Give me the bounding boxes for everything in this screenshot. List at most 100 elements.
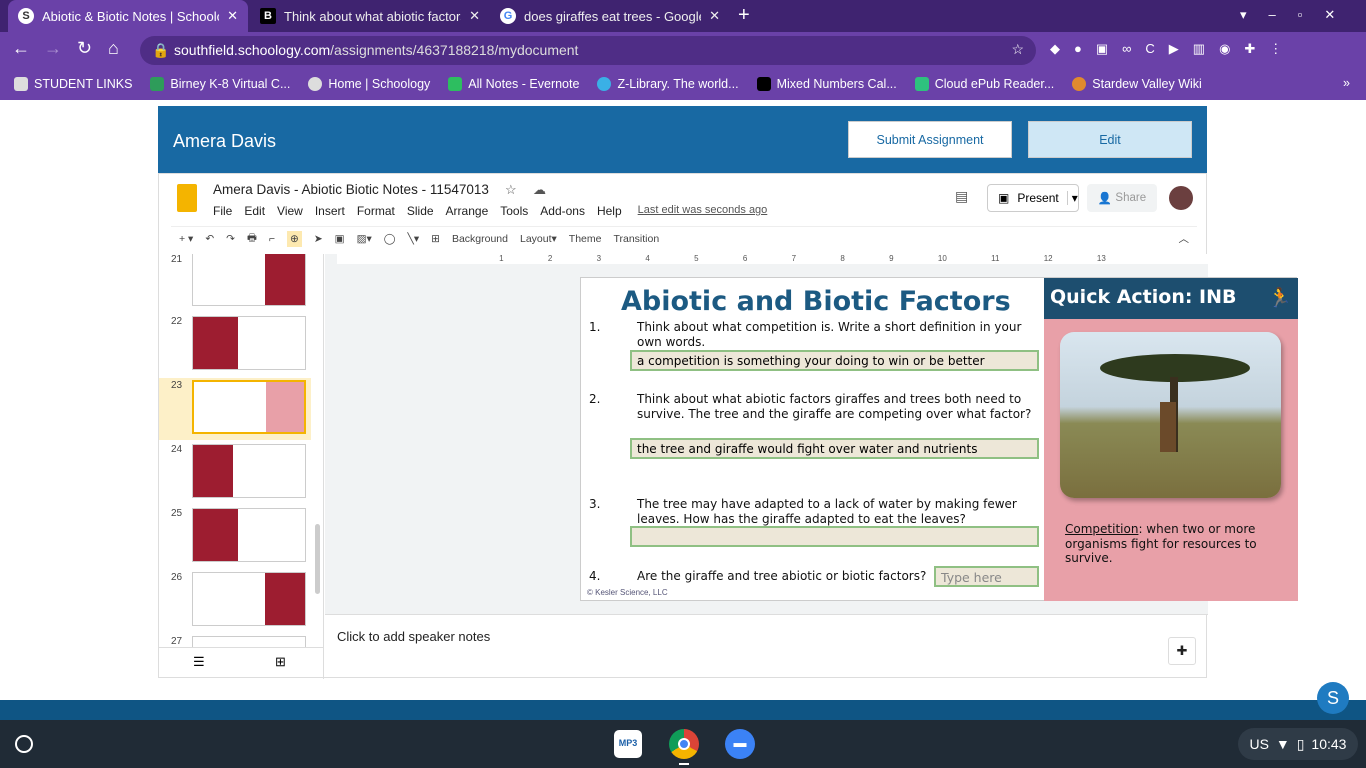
select-icon[interactable]: ➤: [314, 233, 323, 245]
star-icon[interactable]: ☆: [505, 182, 517, 198]
battery-icon: ▯: [1296, 735, 1305, 752]
bookmark[interactable]: Home | Schoology: [308, 77, 430, 91]
close-icon[interactable]: ✕: [227, 8, 238, 24]
share-button[interactable]: 👤 Share: [1087, 184, 1157, 212]
answer-box-2[interactable]: the tree and giraffe would fight over wa…: [630, 438, 1039, 459]
close-icon[interactable]: ✕: [709, 8, 720, 24]
answer-box-4[interactable]: Type here: [934, 566, 1039, 587]
close-icon[interactable]: ✕: [469, 8, 480, 24]
view-switcher: ☰ ⊞: [159, 647, 324, 679]
star-icon[interactable]: ☆: [1011, 41, 1024, 58]
bookmark[interactable]: Stardew Valley Wiki: [1072, 77, 1202, 91]
slide-thumbnail[interactable]: [192, 508, 306, 562]
paint-format-icon[interactable]: ⌐: [269, 233, 275, 245]
menu-help[interactable]: Help: [597, 204, 622, 218]
list-view-icon[interactable]: ☰: [193, 654, 205, 670]
home-icon[interactable]: ⌂: [108, 38, 119, 59]
menu-format[interactable]: Format: [357, 204, 395, 218]
menu-view[interactable]: View: [277, 204, 303, 218]
tab-brainly[interactable]: B Think about what abiotic factors ✕: [250, 0, 490, 32]
collapse-icon[interactable]: ︿: [1179, 231, 1190, 246]
last-edit-link[interactable]: Last edit was seconds ago: [638, 204, 768, 218]
status-tray[interactable]: US ▼ ▯ 10:43: [1238, 728, 1358, 760]
zoom-icon[interactable]: ⊕: [287, 230, 302, 247]
slide-thumbnail[interactable]: [192, 572, 306, 626]
bookmark[interactable]: Z-Library. The world...: [597, 77, 739, 91]
slide-thumbnail[interactable]: [192, 636, 306, 647]
grid-view-icon[interactable]: ⊞: [275, 654, 286, 670]
comment-icon[interactable]: ⊞: [431, 233, 440, 245]
transition-button[interactable]: Transition: [613, 233, 659, 245]
launcher-icon[interactable]: [15, 735, 33, 753]
menu-edit[interactable]: Edit: [244, 204, 265, 218]
chrome-icon[interactable]: [669, 729, 699, 759]
extension-icons[interactable]: ◆●▣∞C▶▥◉✚⋮: [1050, 41, 1296, 57]
question-text[interactable]: Think about what abiotic factors giraffe…: [637, 392, 1032, 421]
layout-label: Layout: [519, 232, 552, 245]
present-button[interactable]: ▣ Present ▾: [987, 184, 1079, 212]
explore-icon: ✚: [1176, 643, 1188, 658]
menu-file[interactable]: File: [213, 204, 232, 218]
submit-assignment-button[interactable]: Submit Assignment: [848, 121, 1012, 158]
question-text[interactable]: The tree may have adapted to a lack of w…: [637, 497, 1032, 526]
tab-google[interactable]: Gdoes giraffes eat trees - Google S ✕: [490, 0, 730, 32]
new-tab-button[interactable]: +: [738, 4, 750, 27]
layout-button[interactable]: Layout▾: [520, 233, 557, 245]
filmstrip-scrollbar[interactable]: [315, 524, 320, 594]
undo-icon[interactable]: ↶: [205, 233, 214, 245]
new-slide-icon[interactable]: + ▾: [179, 233, 193, 245]
bookmark[interactable]: Cloud ePub Reader...: [914, 77, 1054, 91]
ruler-tick: 1: [499, 254, 504, 263]
redo-icon[interactable]: ↷: [226, 233, 235, 245]
slide-thumbnail[interactable]: [192, 254, 306, 306]
line-icon[interactable]: ╲▾: [408, 233, 420, 245]
tab-schoology[interactable]: S Abiotic & Biotic Notes | Schoology ✕: [8, 0, 248, 32]
tab-label: does giraffes eat trees - Google S: [524, 8, 702, 24]
slide-thumbnail[interactable]: [192, 380, 306, 434]
address-bar[interactable]: 🔒 southfield.schoology.com/assignments/46…: [140, 36, 1036, 65]
quick-action-panel[interactable]: Quick Action: INB 🏃 Competition: when two…: [1044, 278, 1298, 601]
doc-title[interactable]: Amera Davis - Abiotic Biotic Notes - 115…: [213, 182, 489, 197]
shape-icon[interactable]: ◯: [384, 233, 396, 245]
ruler-tick: 3: [596, 254, 602, 263]
background-button[interactable]: Background: [452, 233, 508, 245]
menu-arrange[interactable]: Arrange: [446, 204, 489, 218]
chevron-down-icon[interactable]: ▾: [1066, 191, 1082, 205]
image-icon[interactable]: ▨▾: [357, 233, 372, 245]
comments-icon[interactable]: ▤: [955, 188, 968, 205]
slide-thumbnail[interactable]: [192, 444, 306, 498]
reload-icon[interactable]: ↻: [77, 38, 92, 59]
theme-button[interactable]: Theme: [569, 233, 602, 245]
menu-addons[interactable]: Add-ons: [540, 204, 585, 218]
bookmark[interactable]: Birney K-8 Virtual C...: [150, 77, 290, 91]
menu-slide[interactable]: Slide: [407, 204, 434, 218]
mp3-delivery-icon[interactable]: MP3: [614, 730, 642, 758]
bookmark-icon: [150, 77, 165, 91]
slide-thumbnail[interactable]: [192, 316, 306, 370]
menu-tools[interactable]: Tools: [500, 204, 528, 218]
slide-title[interactable]: Abiotic and Biotic Factors: [621, 286, 1011, 317]
bookmark[interactable]: All Notes - Evernote: [448, 77, 579, 91]
back-icon[interactable]: ←: [12, 38, 30, 59]
answer-box-3[interactable]: [630, 526, 1039, 547]
menu-insert[interactable]: Insert: [315, 204, 345, 218]
question-text[interactable]: Are the giraffe and tree abiotic or biot…: [637, 569, 926, 584]
avatar[interactable]: [1169, 186, 1193, 210]
more-bookmarks-icon[interactable]: »: [1343, 76, 1350, 90]
speaker-notes[interactable]: Click to add speaker notes ✚: [325, 614, 1208, 678]
forward-icon[interactable]: →: [44, 38, 62, 59]
cloud-icon[interactable]: ☁: [533, 182, 546, 198]
bookmark-label: Home | Schoology: [328, 77, 431, 91]
edit-button[interactable]: Edit: [1028, 121, 1192, 158]
answer-box-1[interactable]: a competition is something your doing to…: [630, 350, 1039, 371]
profile-avatar[interactable]: S: [1317, 682, 1349, 714]
print-icon[interactable]: 🖶: [247, 230, 257, 248]
textbox-icon[interactable]: ▣: [335, 233, 345, 245]
slide[interactable]: Abiotic and Biotic Factors 1. Think abou…: [580, 277, 1298, 601]
explore-button[interactable]: ✚: [1168, 637, 1196, 665]
question-text[interactable]: Think about what competition is. Write a…: [637, 320, 1032, 349]
bookmark[interactable]: Mixed Numbers Cal...: [756, 77, 897, 91]
window-controls[interactable]: ▾–▫✕: [1240, 7, 1357, 23]
bookmark[interactable]: STUDENT LINKS: [14, 77, 132, 91]
files-icon[interactable]: ▬: [725, 729, 755, 759]
